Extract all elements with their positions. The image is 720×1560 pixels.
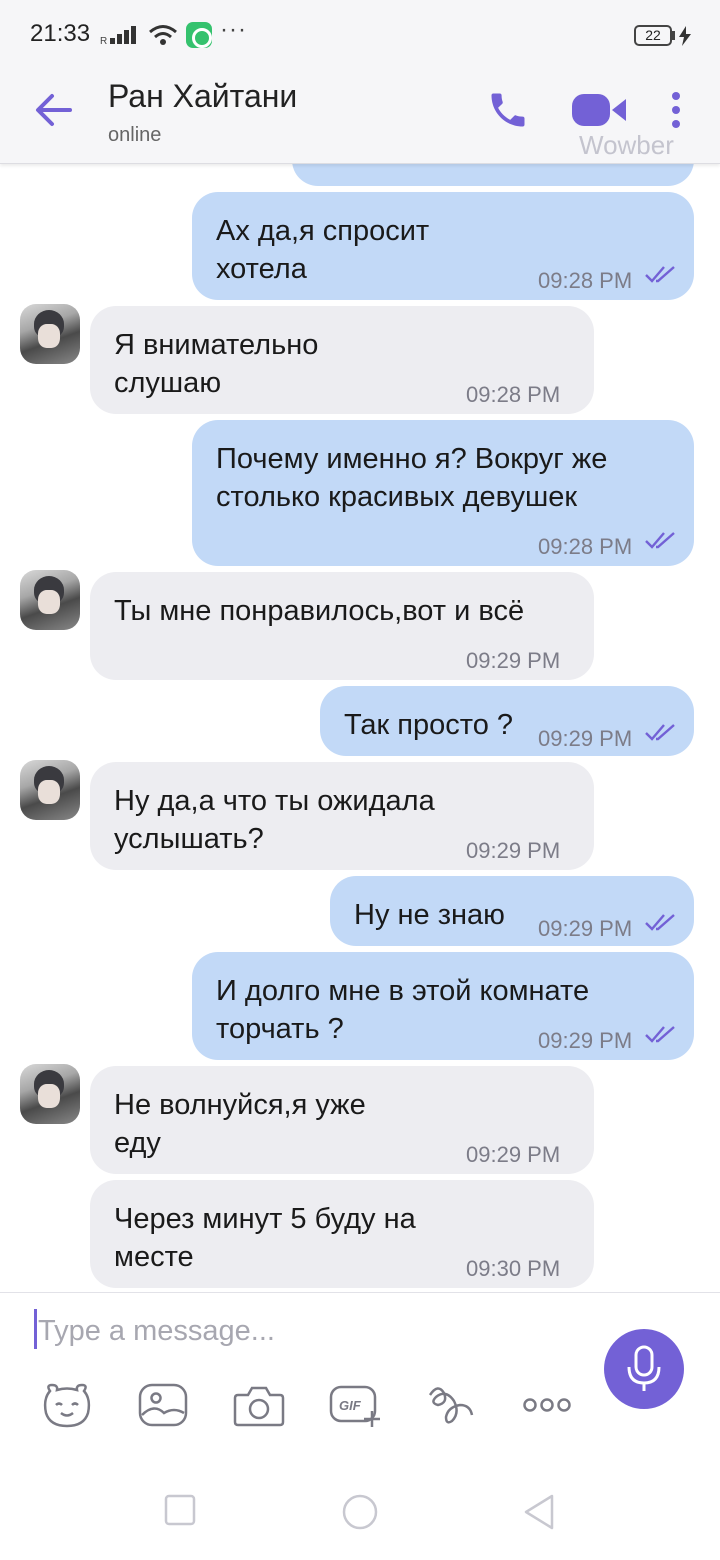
message-time: 09:28 PM <box>538 534 633 559</box>
back-nav-icon[interactable] <box>522 1494 556 1535</box>
message-text: Через минут 5 буду на месте <box>114 1203 416 1273</box>
charging-icon <box>678 26 692 51</box>
back-arrow-icon[interactable] <box>34 90 74 130</box>
more-notifications-icon: ··· <box>220 16 247 43</box>
doodle-icon[interactable] <box>424 1381 478 1429</box>
microphone-icon <box>627 1345 661 1391</box>
phone-call-icon[interactable] <box>486 88 530 137</box>
read-ticks-icon <box>645 1026 675 1043</box>
avatar[interactable] <box>20 760 80 820</box>
read-ticks-icon <box>645 532 675 549</box>
message-text: Ах да,я спросит хотела <box>216 215 430 285</box>
message-text: Ты мне понравилось,вот и всё <box>114 595 525 627</box>
message-composer: GIF <box>0 1292 720 1450</box>
message-input[interactable] <box>38 1311 578 1351</box>
message-text: Ну да,а что ты ожидала услышать? <box>114 785 435 855</box>
message-bubble[interactable]: Ну да,а что ты ожидала услышать? 09:29 P… <box>90 762 594 870</box>
recent-apps-icon[interactable] <box>164 1494 196 1531</box>
message-bubble[interactable]: Через минут 5 буду на месте 09:30 PM <box>90 1180 594 1288</box>
text-cursor <box>34 1309 37 1349</box>
status-bar: 21:33 R ··· 22 <box>0 0 720 70</box>
wifi-icon <box>148 24 178 51</box>
message-time: 09:30 PM <box>466 1256 561 1281</box>
message-bubble[interactable]: Ну не знаю 09:29 PM <box>330 876 694 946</box>
message-time: 09:28 PM <box>538 268 633 293</box>
avatar[interactable] <box>20 570 80 630</box>
system-nav-bar <box>0 1450 720 1560</box>
camera-icon[interactable] <box>232 1381 286 1429</box>
message-bubble[interactable]: Ты мне понравилось,вот и всё 09:29 PM <box>90 572 594 680</box>
message-text: Не волнуйся,я уже еду <box>114 1089 366 1159</box>
message-bubble[interactable]: Так просто ? 09:29 PM <box>320 686 694 756</box>
message-time: 09:29 PM <box>538 916 633 941</box>
voice-message-button[interactable] <box>604 1329 684 1409</box>
gallery-icon[interactable] <box>136 1381 190 1429</box>
avatar[interactable] <box>20 304 80 364</box>
contact-status: online <box>108 124 162 146</box>
message-time: 09:28 PM <box>466 382 561 407</box>
sticker-icon[interactable] <box>40 1381 94 1429</box>
status-time: 21:33 <box>30 20 91 47</box>
read-ticks-icon <box>645 914 675 931</box>
chat-header: Ран Хайтани online Wowber <box>0 70 720 164</box>
more-icon[interactable] <box>520 1381 574 1429</box>
message-list[interactable]: Ах да,я спросит хотела 09:28 PM Я внимат… <box>0 164 720 1292</box>
message-text: Почему именно я? Вокруг же столько краси… <box>216 443 608 513</box>
read-ticks-icon <box>645 266 675 283</box>
message-time: 09:29 PM <box>466 838 561 863</box>
message-time: 09:29 PM <box>466 1142 561 1167</box>
read-ticks-icon <box>645 724 675 741</box>
contact-name[interactable]: Ран Хайтани <box>108 78 297 115</box>
message-time: 09:29 PM <box>466 648 561 673</box>
signal-icon: R <box>100 24 142 51</box>
battery-tip <box>672 31 675 40</box>
message-bubble[interactable]: Не волнуйся,я уже еду 09:29 PM <box>90 1066 594 1174</box>
message-bubble[interactable]: Ах да,я спросит хотела 09:28 PM <box>192 192 694 300</box>
gif-icon[interactable]: GIF <box>328 1381 382 1429</box>
watermark: Wowber <box>579 130 674 160</box>
overflow-menu-icon[interactable] <box>666 90 686 135</box>
message-time: 09:29 PM <box>538 1028 633 1053</box>
video-call-icon[interactable] <box>570 90 628 135</box>
svg-text:R: R <box>100 36 107 46</box>
message-bubble[interactable]: Я внимательно слушаю 09:28 PM <box>90 306 594 414</box>
message-bubble[interactable]: Почему именно я? Вокруг же столько краси… <box>192 420 694 566</box>
message-bubble[interactable]: И долго мне в этой комнате торчать ? 09:… <box>192 952 694 1060</box>
message-time: 09:29 PM <box>538 726 633 751</box>
message-bubble-partial[interactable] <box>292 164 694 186</box>
battery-icon: 22 <box>634 25 672 46</box>
avatar[interactable] <box>20 1064 80 1124</box>
home-icon[interactable] <box>342 1494 378 1535</box>
app-notification-icon <box>186 22 212 48</box>
message-text: Я внимательно слушаю <box>114 329 319 399</box>
svg-text:GIF: GIF <box>339 1398 362 1413</box>
